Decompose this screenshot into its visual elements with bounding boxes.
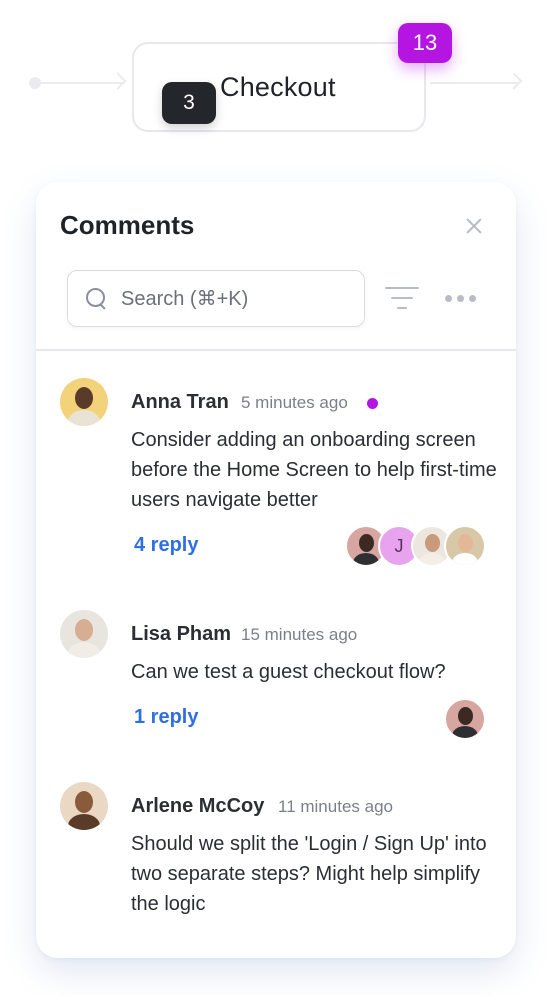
comment-time: 15 minutes ago [241,625,358,644]
flow-connector-out [430,82,518,84]
comment-text: Can we test a guest checkout flow? [131,661,446,683]
filter-icon[interactable] [385,285,419,311]
search-input[interactable]: Search (⌘+K) [67,270,365,327]
reply-avatar [444,525,486,567]
comments-panel: Comments Search (⌘+K) Anna Tran 5 minute… [36,182,516,958]
search-placeholder: Search (⌘+K) [121,288,249,310]
arrow-right-icon [505,72,523,90]
comment-author[interactable]: Lisa Pham [131,623,231,646]
search-icon [86,288,106,308]
comment-author[interactable]: Anna Tran [131,391,229,414]
node-title: Checkout [220,72,336,102]
close-icon[interactable] [462,214,486,238]
divider [36,349,516,351]
comment-text: Consider adding an onboarding screen bef… [131,429,497,511]
canvas: Checkout 3 13 Comments Search (⌘+K) Anna… [0,0,552,995]
comment-author[interactable]: Arlene McCoy [131,795,264,818]
comment-text: Should we split the 'Login / Sign Up' in… [131,833,487,915]
comment-count-badge[interactable]: 13 [398,23,452,63]
comment-time: 5 minutes ago [241,393,348,412]
panel-title: Comments [60,210,195,240]
unread-indicator [367,398,378,409]
more-options-icon[interactable] [444,295,478,303]
avatar[interactable] [60,782,108,830]
reply-avatar [444,698,486,740]
reply-link[interactable]: 1 reply [134,706,198,729]
reply-link[interactable]: 4 reply [134,534,198,557]
comment-time: 11 minutes ago [278,797,393,816]
arrow-right-icon [109,72,127,90]
node-step-badge[interactable]: 3 [162,82,216,124]
avatar[interactable] [60,610,108,658]
flow-node-checkout[interactable]: Checkout 3 [132,42,426,132]
avatar[interactable] [60,378,108,426]
